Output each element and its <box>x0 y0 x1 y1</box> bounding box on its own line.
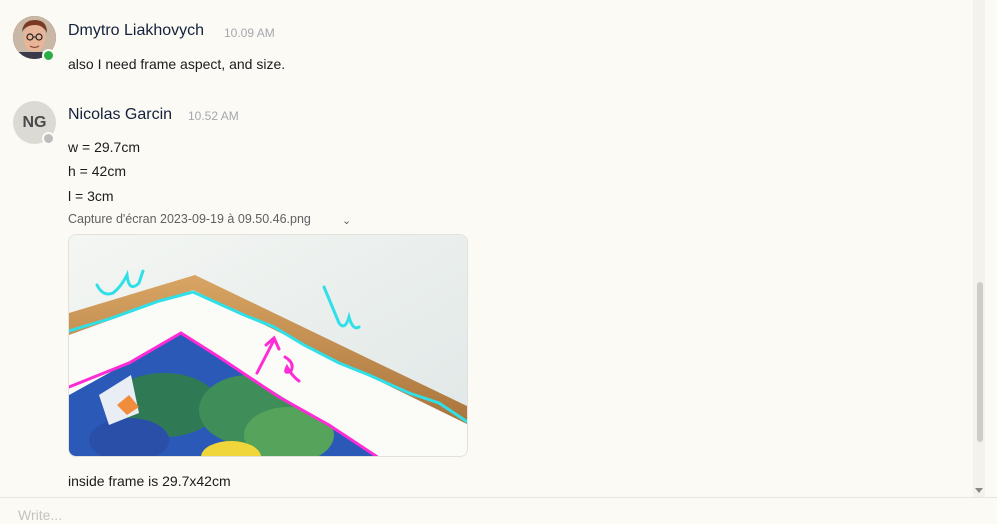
attachment-image[interactable] <box>68 234 468 457</box>
message-composer <box>0 497 997 524</box>
message-item: Dmytro Liakhovych 10.09 AM also I need f… <box>0 0 985 90</box>
message-timestamp[interactable]: 10.09 AM <box>224 26 275 40</box>
scrollbar[interactable] <box>973 0 985 497</box>
presence-away-icon <box>42 132 55 145</box>
presence-online-icon <box>42 49 55 62</box>
message-text: also I need frame aspect, and size. <box>68 56 286 72</box>
message-text: inside frame is 29.7x42cm <box>68 473 231 489</box>
message-text-line: h = 42cm <box>68 163 126 179</box>
message-text-line: l = 3cm <box>68 188 114 204</box>
attachment-file-name[interactable]: Capture d'écran 2023-09-19 à 09.50.46.pn… <box>68 212 311 226</box>
message-author[interactable]: Dmytro Liakhovych <box>68 22 204 40</box>
scrollbar-thumb[interactable] <box>977 282 983 442</box>
chevron-down-icon[interactable]: ⌄ <box>342 214 351 227</box>
message-text-line: w = 29.7cm <box>68 139 140 155</box>
message-author[interactable]: Nicolas Garcin <box>68 106 172 124</box>
message-timestamp[interactable]: 10.52 AM <box>188 109 239 123</box>
scroll-down-arrow-icon[interactable] <box>975 488 983 493</box>
message-item: NG Nicolas Garcin 10.52 AM w = 29.7cm h … <box>0 90 985 497</box>
message-input[interactable] <box>18 506 978 524</box>
message-list[interactable]: Dmytro Liakhovych 10.09 AM also I need f… <box>0 0 985 497</box>
